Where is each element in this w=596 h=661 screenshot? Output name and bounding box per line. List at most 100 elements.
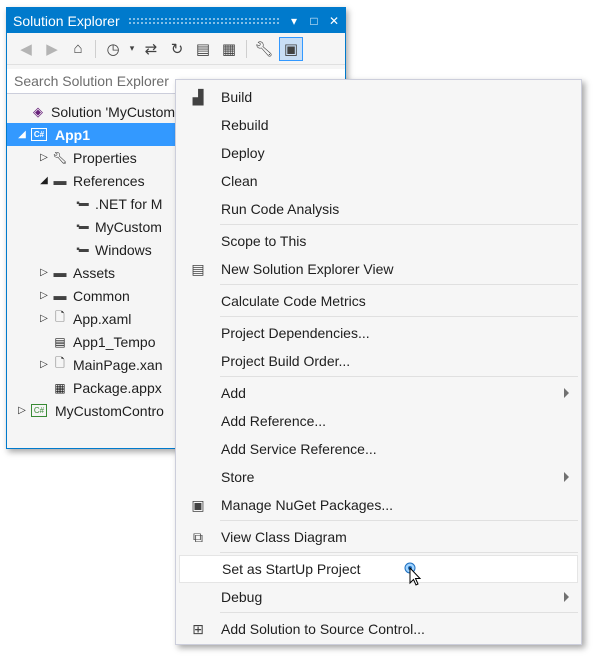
close-icon[interactable]: ✕	[325, 14, 343, 28]
menu-item-add-service-reference[interactable]: Add Service Reference...	[176, 435, 581, 463]
tree-item-label: Common	[73, 287, 130, 304]
reference-icon: ▪▬	[76, 221, 89, 232]
home-icon[interactable]: ⌂	[67, 38, 89, 60]
collapsed-arrow-icon[interactable]: ▷	[37, 313, 51, 324]
submenu-arrow-icon	[564, 592, 569, 602]
tree-item-label: App1_Tempo	[73, 333, 156, 350]
menu-icon-gutter	[178, 111, 218, 139]
chevron-down-icon[interactable]: ▾	[128, 38, 136, 60]
solution-explorer-toolbar: ◀ ▶ ⌂ ◷ ▾ ⇄ ↻ ▤ ▦ 🔧︎ ▣	[7, 33, 345, 65]
tree-item-label: Assets	[73, 264, 116, 281]
menu-item-label: Manage NuGet Packages...	[221, 497, 393, 513]
dropdown-icon[interactable]: ▾	[285, 14, 303, 28]
menu-item-label: Calculate Code Metrics	[221, 293, 366, 309]
tree-item-label: Properties	[73, 149, 137, 166]
menu-item-run-code-analysis[interactable]: Run Code Analysis	[176, 195, 581, 223]
tree-item-label: Package.appx	[73, 379, 162, 396]
menu-item-scope-to-this[interactable]: Scope to This	[176, 227, 581, 255]
menu-icon-gutter	[178, 435, 218, 463]
menu-icon-gutter	[178, 227, 218, 255]
menu-item-label: Set as StartUp Project	[222, 561, 361, 577]
menu-item-manage-nuget-packages[interactable]: ▣ Manage NuGet Packages...	[176, 491, 581, 519]
menu-separator	[220, 224, 578, 225]
menu-item-label: Store	[221, 469, 255, 485]
menu-item-add-solution-to-source-control[interactable]: ⊞ Add Solution to Source Control...	[176, 615, 581, 643]
menu-item-label: View Class Diagram	[221, 529, 347, 545]
collapse-all-icon[interactable]: ▤	[192, 38, 214, 60]
menu-icon-gutter	[178, 195, 218, 223]
class-diagram-icon: ⧉	[193, 528, 203, 545]
menu-item-label: Debug	[221, 589, 263, 605]
menu-item-add[interactable]: Add	[176, 379, 581, 407]
new-view-icon: ▤	[191, 260, 205, 277]
menu-item-label: Add Service Reference...	[221, 441, 377, 457]
title-grip[interactable]	[127, 16, 279, 25]
solution-explorer-title-bar[interactable]: Solution Explorer ▾ □ ✕	[7, 8, 345, 33]
menu-item-calculate-code-metrics[interactable]: Calculate Code Metrics	[176, 287, 581, 315]
window-title: Solution Explorer	[13, 12, 120, 29]
project-icon: C#	[31, 128, 47, 141]
menu-icon-gutter	[178, 583, 218, 611]
menu-item-label: Scope to This	[221, 233, 307, 249]
menu-item-label: New Solution Explorer View	[221, 261, 394, 277]
wrench-icon: 🔧︎	[52, 150, 68, 165]
menu-item-label: Build	[221, 89, 253, 105]
menu-item-project-dependencies[interactable]: Project Dependencies...	[176, 319, 581, 347]
collapsed-arrow-icon[interactable]: ▷	[37, 152, 51, 163]
menu-icon-gutter	[178, 463, 218, 491]
properties-icon[interactable]: 🔧︎	[253, 38, 275, 60]
expanded-arrow-icon[interactable]: ◢	[15, 129, 29, 140]
menu-icon-gutter	[178, 347, 218, 375]
collapsed-arrow-icon[interactable]: ▷	[37, 290, 51, 301]
tree-item-label: References	[73, 172, 145, 189]
references-icon: ▬	[53, 173, 67, 188]
collapsed-arrow-icon[interactable]: ▷	[37, 267, 51, 278]
menu-item-project-build-order[interactable]: Project Build Order...	[176, 347, 581, 375]
folder-icon: ▬	[53, 265, 67, 280]
reference-icon: ▪▬	[76, 198, 89, 209]
menu-item-label: Project Dependencies...	[221, 325, 370, 341]
menu-item-rebuild[interactable]: Rebuild	[176, 111, 581, 139]
preview-icon[interactable]: ▣	[279, 36, 303, 61]
context-menu: ▟ Build Rebuild Deploy Clean Run Code Analysi…	[175, 79, 582, 645]
toolbar-separator	[246, 39, 247, 58]
menu-item-view-class-diagram[interactable]: ⧉ View Class Diagram	[176, 523, 581, 551]
back-icon[interactable]: ◀	[15, 38, 37, 60]
xaml-icon: 🗋︎	[55, 356, 65, 370]
collapsed-arrow-icon[interactable]: ▷	[37, 359, 51, 370]
history-icon[interactable]: ◷	[102, 38, 124, 60]
tree-item-label: App1	[55, 126, 90, 143]
menu-separator	[220, 552, 578, 553]
menu-item-new-solution-explorer-view[interactable]: ▤ New Solution Explorer View	[176, 255, 581, 283]
expanded-arrow-icon[interactable]: ◢	[37, 175, 51, 186]
menu-icon-gutter	[178, 139, 218, 167]
menu-icon-gutter	[178, 407, 218, 435]
menu-separator	[220, 612, 578, 613]
menu-item-debug[interactable]: Debug	[176, 583, 581, 611]
collapsed-arrow-icon[interactable]: ▷	[15, 405, 29, 416]
menu-item-label: Rebuild	[221, 117, 269, 133]
menu-item-add-reference[interactable]: Add Reference...	[176, 407, 581, 435]
xaml-icon: 🗋︎	[55, 310, 65, 324]
menu-item-label: Add Solution to Source Control...	[221, 621, 425, 637]
menu-separator	[220, 520, 578, 521]
menu-item-label: Clean	[221, 173, 258, 189]
certificate-icon: ▤	[54, 334, 66, 349]
menu-item-clean[interactable]: Clean	[176, 167, 581, 195]
tree-item-label: App.xaml	[73, 310, 132, 327]
menu-item-label: Project Build Order...	[221, 353, 351, 369]
menu-item-store[interactable]: Store	[176, 463, 581, 491]
search-placeholder: Search Solution Explorer	[14, 73, 169, 89]
menu-item-build[interactable]: ▟ Build	[176, 83, 581, 111]
menu-item-deploy[interactable]: Deploy	[176, 139, 581, 167]
menu-item-set-as-startup-project[interactable]: Set as StartUp Project	[179, 555, 578, 586]
maximize-icon[interactable]: □	[305, 14, 323, 28]
tree-item-label: Solution 'MyCustom	[51, 103, 176, 120]
reference-icon: ▪▬	[76, 244, 89, 255]
solution-icon: ◈	[33, 103, 43, 119]
menu-item-label: Add Reference...	[221, 413, 327, 429]
forward-icon[interactable]: ▶	[41, 38, 63, 60]
show-all-files-icon[interactable]: ▦	[218, 38, 240, 60]
refresh-icon[interactable]: ↻	[166, 38, 188, 60]
sync-icon[interactable]: ⇄	[140, 38, 162, 60]
